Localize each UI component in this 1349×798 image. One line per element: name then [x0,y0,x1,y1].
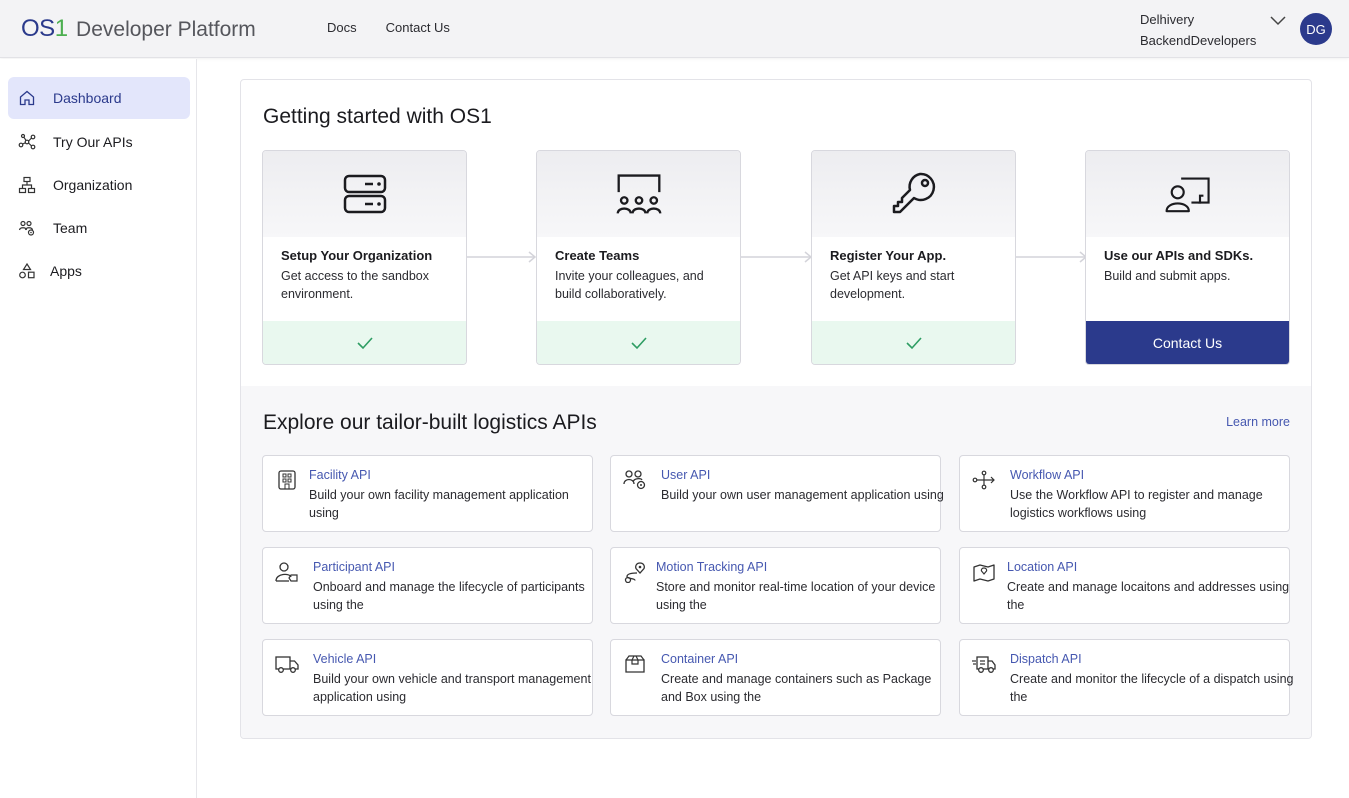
learn-more-link[interactable]: Learn more [1226,415,1290,429]
contact-us-button[interactable]: Contact Us [1086,321,1289,364]
nav-docs-link[interactable]: Docs [327,20,357,35]
map-icon [972,561,996,583]
step-description: Get API keys and start development. [830,269,955,301]
sidebar-item-label: Team [53,220,88,236]
org-chart-icon [17,175,37,195]
api-description: Build your own user management applicati… [661,488,944,502]
box-icon [623,653,647,675]
logo-text: Developer Platform [76,18,256,41]
checkmark-icon [356,336,373,349]
top-nav: Docs Contact Us [327,20,450,35]
step-card-register-app: Register Your App. Get API keys and star… [811,150,1016,365]
api-description: Onboard and manage the lifecycle of part… [313,580,585,612]
getting-started-title: Getting started with OS1 [263,105,492,128]
api-card-user[interactable]: User API Build your own user management … [610,455,944,532]
org-switcher[interactable]: Delhivery BackendDevelopers [1140,9,1256,51]
api-card-container[interactable]: Container API Create and manage containe… [610,639,941,716]
logo-one: 1 [54,15,69,42]
nav-contact-link[interactable]: Contact Us [386,20,450,35]
sidebar-item-try-apis[interactable]: Try Our APIs [8,121,190,163]
workflow-icon [972,469,996,491]
arrow-icon [1016,251,1088,263]
sidebar-item-label: Try Our APIs [53,134,133,150]
sidebar-item-label: Apps [50,263,82,279]
step-complete-indicator [537,321,740,364]
api-card-location[interactable]: Location API Create and manage locaitons… [959,547,1290,624]
sidebar-item-label: Dashboard [53,90,122,106]
api-name: Workflow API [1010,468,1085,482]
org-name: Delhivery [1140,12,1195,27]
api-card-vehicle[interactable]: Vehicle API Build your own vehicle and t… [262,639,593,716]
server-icon [343,174,386,214]
step-title: Register Your App. [830,248,947,263]
sidebar-item-organization[interactable]: Organization [8,164,190,206]
api-name: Motion Tracking API [656,560,768,574]
dashboard-card: Getting started with OS1 Setup Your Orga… [240,79,1312,739]
user-screen-icon [1165,177,1210,213]
api-name: Dispatch API [1010,652,1082,666]
step-description: Invite your colleagues, and build collab… [555,269,704,301]
dispatch-truck-icon [972,653,996,675]
api-description: Build your own facility management appli… [309,488,569,520]
key-icon [892,172,935,214]
api-description: Store and monitor real-time location of … [656,580,936,612]
arrow-icon [741,251,813,263]
api-description: Build your own vehicle and transport man… [313,672,591,704]
logo[interactable]: OS 1 Developer Platform [21,15,256,43]
sidebar-item-team[interactable]: Team [8,207,190,249]
user-settings-icon [623,469,647,491]
sidebar-item-dashboard[interactable]: Dashboard [8,77,190,119]
api-description: Create and manage locaitons and addresse… [1007,580,1290,612]
team-icon [17,218,37,238]
top-header: OS 1 Developer Platform Docs Contact Us … [0,0,1349,58]
truck-icon [275,653,299,675]
api-name: Vehicle API [313,652,377,666]
api-card-motion-tracking[interactable]: Motion Tracking API Store and monitor re… [610,547,941,624]
sidebar: Dashboard Try Our APIs Organization Team… [0,59,197,798]
step-complete-indicator [812,321,1015,364]
explore-title: Explore our tailor-built logistics APIs [263,411,597,434]
api-description: Create and monitor the lifecycle of a di… [1010,672,1294,704]
step-complete-indicator [263,321,466,364]
facility-icon [275,469,299,491]
api-name: Participant API [313,560,395,574]
team-name: BackendDevelopers [1140,33,1257,48]
api-card-workflow[interactable]: Workflow API Use the Workflow API to reg… [959,455,1290,532]
team-board-icon [616,174,661,214]
step-card-use-apis: Use our APIs and SDKs. Build and submit … [1085,150,1290,365]
step-title: Setup Your Organization [281,248,433,263]
api-description: Use the Workflow API to register and man… [1010,488,1263,520]
api-card-participant[interactable]: Participant API Onboard and manage the l… [262,547,593,624]
api-name: Facility API [309,468,371,482]
api-card-facility[interactable]: Facility API Build your own facility man… [262,455,593,532]
logo-os: OS [21,15,55,42]
step-description: Get access to the sandbox environment. [281,269,430,301]
checkmark-icon [905,336,922,349]
arrow-icon [467,251,537,263]
api-description: Create and manage containers such as Pac… [661,672,932,704]
apps-icon [17,261,37,281]
step-card-create-teams: Create Teams Invite your colleagues, and… [536,150,741,365]
step-card-setup-organization: Setup Your Organization Get access to th… [262,150,467,365]
sidebar-item-apps[interactable]: Apps [8,250,190,292]
avatar[interactable]: DG [1300,13,1332,45]
api-name: Location API [1007,560,1078,574]
motion-tracking-icon [623,561,647,584]
step-title: Use our APIs and SDKs. [1104,248,1254,263]
checkmark-icon [630,336,647,349]
step-description: Build and submit apps. [1104,269,1231,283]
participant-icon [275,561,299,583]
sidebar-item-label: Organization [53,177,133,193]
api-name: Container API [661,652,739,666]
api-name: User API [661,468,711,482]
api-card-dispatch[interactable]: Dispatch API Create and monitor the life… [959,639,1294,716]
home-icon [17,88,37,108]
step-title: Create Teams [555,248,640,263]
nodes-icon [17,132,37,152]
chevron-down-icon[interactable] [1269,13,1287,27]
